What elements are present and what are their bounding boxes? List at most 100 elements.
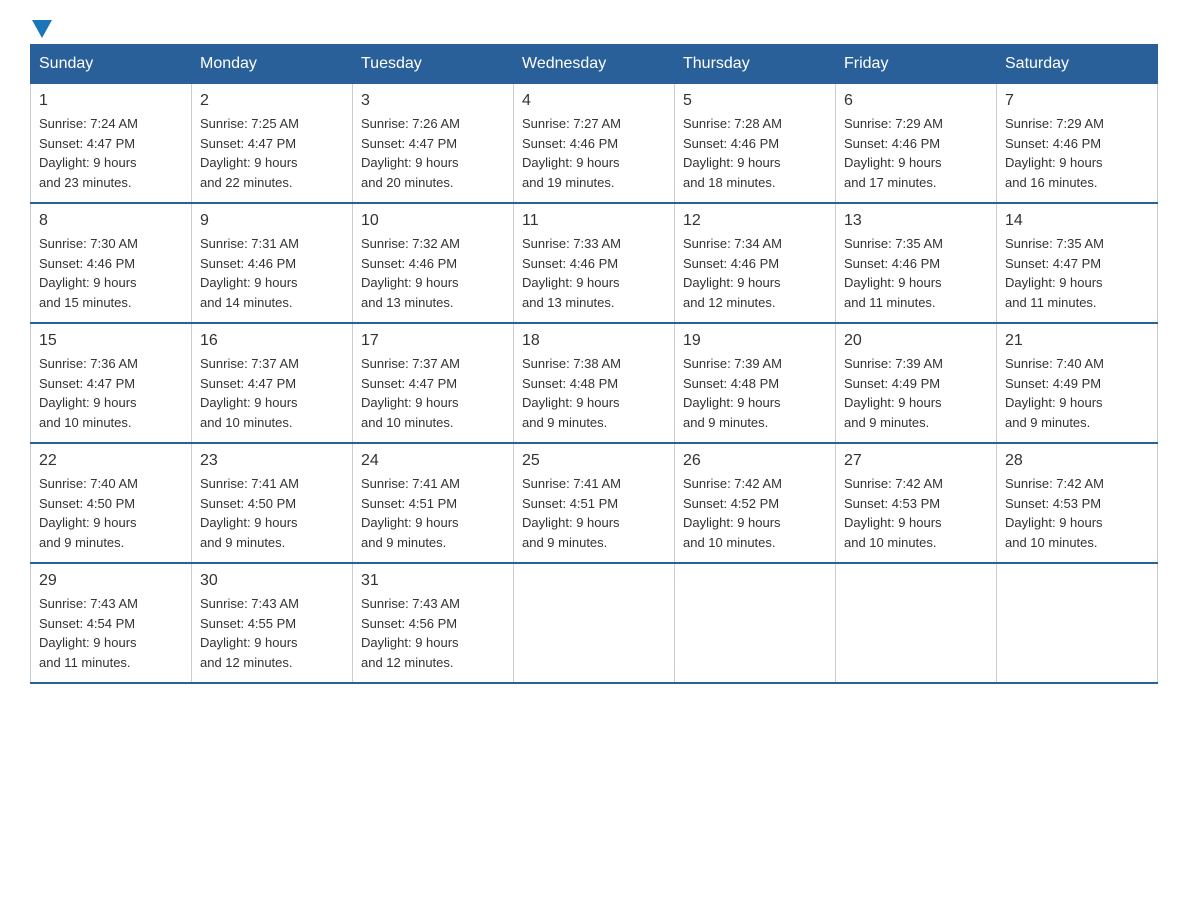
- calendar-week-row: 8 Sunrise: 7:30 AM Sunset: 4:46 PM Dayli…: [31, 203, 1158, 323]
- calendar-day-cell: 6 Sunrise: 7:29 AM Sunset: 4:46 PM Dayli…: [836, 84, 997, 204]
- day-number: 25: [522, 452, 666, 470]
- calendar-day-cell: 4 Sunrise: 7:27 AM Sunset: 4:46 PM Dayli…: [514, 84, 675, 204]
- calendar-day-cell: 28 Sunrise: 7:42 AM Sunset: 4:53 PM Dayl…: [997, 443, 1158, 563]
- calendar-day-cell: 21 Sunrise: 7:40 AM Sunset: 4:49 PM Dayl…: [997, 323, 1158, 443]
- day-info: Sunrise: 7:43 AM Sunset: 4:54 PM Dayligh…: [39, 594, 183, 672]
- weekday-header-wednesday: Wednesday: [514, 45, 675, 84]
- weekday-header-friday: Friday: [836, 45, 997, 84]
- day-number: 28: [1005, 452, 1149, 470]
- day-info: Sunrise: 7:38 AM Sunset: 4:48 PM Dayligh…: [522, 354, 666, 432]
- day-info: Sunrise: 7:28 AM Sunset: 4:46 PM Dayligh…: [683, 114, 827, 192]
- day-info: Sunrise: 7:43 AM Sunset: 4:56 PM Dayligh…: [361, 594, 505, 672]
- weekday-header-saturday: Saturday: [997, 45, 1158, 84]
- day-info: Sunrise: 7:40 AM Sunset: 4:49 PM Dayligh…: [1005, 354, 1149, 432]
- calendar-day-cell: 1 Sunrise: 7:24 AM Sunset: 4:47 PM Dayli…: [31, 84, 192, 204]
- day-number: 6: [844, 92, 988, 110]
- day-info: Sunrise: 7:24 AM Sunset: 4:47 PM Dayligh…: [39, 114, 183, 192]
- calendar-day-cell: 13 Sunrise: 7:35 AM Sunset: 4:46 PM Dayl…: [836, 203, 997, 323]
- calendar-day-cell: [514, 563, 675, 683]
- calendar-week-row: 1 Sunrise: 7:24 AM Sunset: 4:47 PM Dayli…: [31, 84, 1158, 204]
- calendar-day-cell: 25 Sunrise: 7:41 AM Sunset: 4:51 PM Dayl…: [514, 443, 675, 563]
- calendar-day-cell: 18 Sunrise: 7:38 AM Sunset: 4:48 PM Dayl…: [514, 323, 675, 443]
- day-info: Sunrise: 7:41 AM Sunset: 4:51 PM Dayligh…: [361, 474, 505, 552]
- calendar-day-cell: 3 Sunrise: 7:26 AM Sunset: 4:47 PM Dayli…: [353, 84, 514, 204]
- day-info: Sunrise: 7:37 AM Sunset: 4:47 PM Dayligh…: [361, 354, 505, 432]
- logo: [30, 20, 54, 34]
- day-info: Sunrise: 7:42 AM Sunset: 4:52 PM Dayligh…: [683, 474, 827, 552]
- day-number: 21: [1005, 332, 1149, 350]
- weekday-header-row: SundayMondayTuesdayWednesdayThursdayFrid…: [31, 45, 1158, 84]
- calendar-day-cell: 22 Sunrise: 7:40 AM Sunset: 4:50 PM Dayl…: [31, 443, 192, 563]
- day-number: 29: [39, 572, 183, 590]
- weekday-header-thursday: Thursday: [675, 45, 836, 84]
- day-info: Sunrise: 7:40 AM Sunset: 4:50 PM Dayligh…: [39, 474, 183, 552]
- calendar-table: SundayMondayTuesdayWednesdayThursdayFrid…: [30, 44, 1158, 684]
- calendar-day-cell: 16 Sunrise: 7:37 AM Sunset: 4:47 PM Dayl…: [192, 323, 353, 443]
- day-number: 7: [1005, 92, 1149, 110]
- calendar-day-cell: 8 Sunrise: 7:30 AM Sunset: 4:46 PM Dayli…: [31, 203, 192, 323]
- day-info: Sunrise: 7:33 AM Sunset: 4:46 PM Dayligh…: [522, 234, 666, 312]
- weekday-header-tuesday: Tuesday: [353, 45, 514, 84]
- day-info: Sunrise: 7:42 AM Sunset: 4:53 PM Dayligh…: [844, 474, 988, 552]
- calendar-day-cell: 11 Sunrise: 7:33 AM Sunset: 4:46 PM Dayl…: [514, 203, 675, 323]
- day-info: Sunrise: 7:43 AM Sunset: 4:55 PM Dayligh…: [200, 594, 344, 672]
- day-info: Sunrise: 7:32 AM Sunset: 4:46 PM Dayligh…: [361, 234, 505, 312]
- calendar-day-cell: 2 Sunrise: 7:25 AM Sunset: 4:47 PM Dayli…: [192, 84, 353, 204]
- day-number: 24: [361, 452, 505, 470]
- calendar-day-cell: 10 Sunrise: 7:32 AM Sunset: 4:46 PM Dayl…: [353, 203, 514, 323]
- calendar-day-cell: 17 Sunrise: 7:37 AM Sunset: 4:47 PM Dayl…: [353, 323, 514, 443]
- day-number: 22: [39, 452, 183, 470]
- day-info: Sunrise: 7:39 AM Sunset: 4:48 PM Dayligh…: [683, 354, 827, 432]
- day-info: Sunrise: 7:29 AM Sunset: 4:46 PM Dayligh…: [844, 114, 988, 192]
- day-number: 5: [683, 92, 827, 110]
- calendar-day-cell: 26 Sunrise: 7:42 AM Sunset: 4:52 PM Dayl…: [675, 443, 836, 563]
- calendar-day-cell: 31 Sunrise: 7:43 AM Sunset: 4:56 PM Dayl…: [353, 563, 514, 683]
- day-number: 27: [844, 452, 988, 470]
- day-info: Sunrise: 7:41 AM Sunset: 4:50 PM Dayligh…: [200, 474, 344, 552]
- day-number: 11: [522, 212, 666, 230]
- day-number: 19: [683, 332, 827, 350]
- day-info: Sunrise: 7:29 AM Sunset: 4:46 PM Dayligh…: [1005, 114, 1149, 192]
- calendar-day-cell: 27 Sunrise: 7:42 AM Sunset: 4:53 PM Dayl…: [836, 443, 997, 563]
- day-info: Sunrise: 7:35 AM Sunset: 4:47 PM Dayligh…: [1005, 234, 1149, 312]
- calendar-week-row: 29 Sunrise: 7:43 AM Sunset: 4:54 PM Dayl…: [31, 563, 1158, 683]
- calendar-day-cell: 14 Sunrise: 7:35 AM Sunset: 4:47 PM Dayl…: [997, 203, 1158, 323]
- calendar-day-cell: [836, 563, 997, 683]
- day-number: 8: [39, 212, 183, 230]
- day-number: 30: [200, 572, 344, 590]
- calendar-day-cell: 19 Sunrise: 7:39 AM Sunset: 4:48 PM Dayl…: [675, 323, 836, 443]
- day-number: 2: [200, 92, 344, 110]
- day-number: 14: [1005, 212, 1149, 230]
- day-number: 26: [683, 452, 827, 470]
- calendar-day-cell: 15 Sunrise: 7:36 AM Sunset: 4:47 PM Dayl…: [31, 323, 192, 443]
- day-number: 12: [683, 212, 827, 230]
- day-number: 16: [200, 332, 344, 350]
- day-info: Sunrise: 7:27 AM Sunset: 4:46 PM Dayligh…: [522, 114, 666, 192]
- day-info: Sunrise: 7:42 AM Sunset: 4:53 PM Dayligh…: [1005, 474, 1149, 552]
- day-number: 23: [200, 452, 344, 470]
- day-number: 3: [361, 92, 505, 110]
- day-number: 20: [844, 332, 988, 350]
- calendar-day-cell: 12 Sunrise: 7:34 AM Sunset: 4:46 PM Dayl…: [675, 203, 836, 323]
- calendar-day-cell: 29 Sunrise: 7:43 AM Sunset: 4:54 PM Dayl…: [31, 563, 192, 683]
- day-number: 13: [844, 212, 988, 230]
- day-info: Sunrise: 7:36 AM Sunset: 4:47 PM Dayligh…: [39, 354, 183, 432]
- day-number: 31: [361, 572, 505, 590]
- day-info: Sunrise: 7:35 AM Sunset: 4:46 PM Dayligh…: [844, 234, 988, 312]
- day-number: 17: [361, 332, 505, 350]
- day-info: Sunrise: 7:26 AM Sunset: 4:47 PM Dayligh…: [361, 114, 505, 192]
- calendar-day-cell: [997, 563, 1158, 683]
- calendar-day-cell: [675, 563, 836, 683]
- calendar-day-cell: 24 Sunrise: 7:41 AM Sunset: 4:51 PM Dayl…: [353, 443, 514, 563]
- day-number: 1: [39, 92, 183, 110]
- day-number: 18: [522, 332, 666, 350]
- calendar-day-cell: 5 Sunrise: 7:28 AM Sunset: 4:46 PM Dayli…: [675, 84, 836, 204]
- calendar-week-row: 15 Sunrise: 7:36 AM Sunset: 4:47 PM Dayl…: [31, 323, 1158, 443]
- day-info: Sunrise: 7:30 AM Sunset: 4:46 PM Dayligh…: [39, 234, 183, 312]
- day-info: Sunrise: 7:25 AM Sunset: 4:47 PM Dayligh…: [200, 114, 344, 192]
- day-info: Sunrise: 7:31 AM Sunset: 4:46 PM Dayligh…: [200, 234, 344, 312]
- logo-triangle-icon: [32, 20, 52, 38]
- page-header: [30, 20, 1158, 34]
- calendar-day-cell: 20 Sunrise: 7:39 AM Sunset: 4:49 PM Dayl…: [836, 323, 997, 443]
- calendar-week-row: 22 Sunrise: 7:40 AM Sunset: 4:50 PM Dayl…: [31, 443, 1158, 563]
